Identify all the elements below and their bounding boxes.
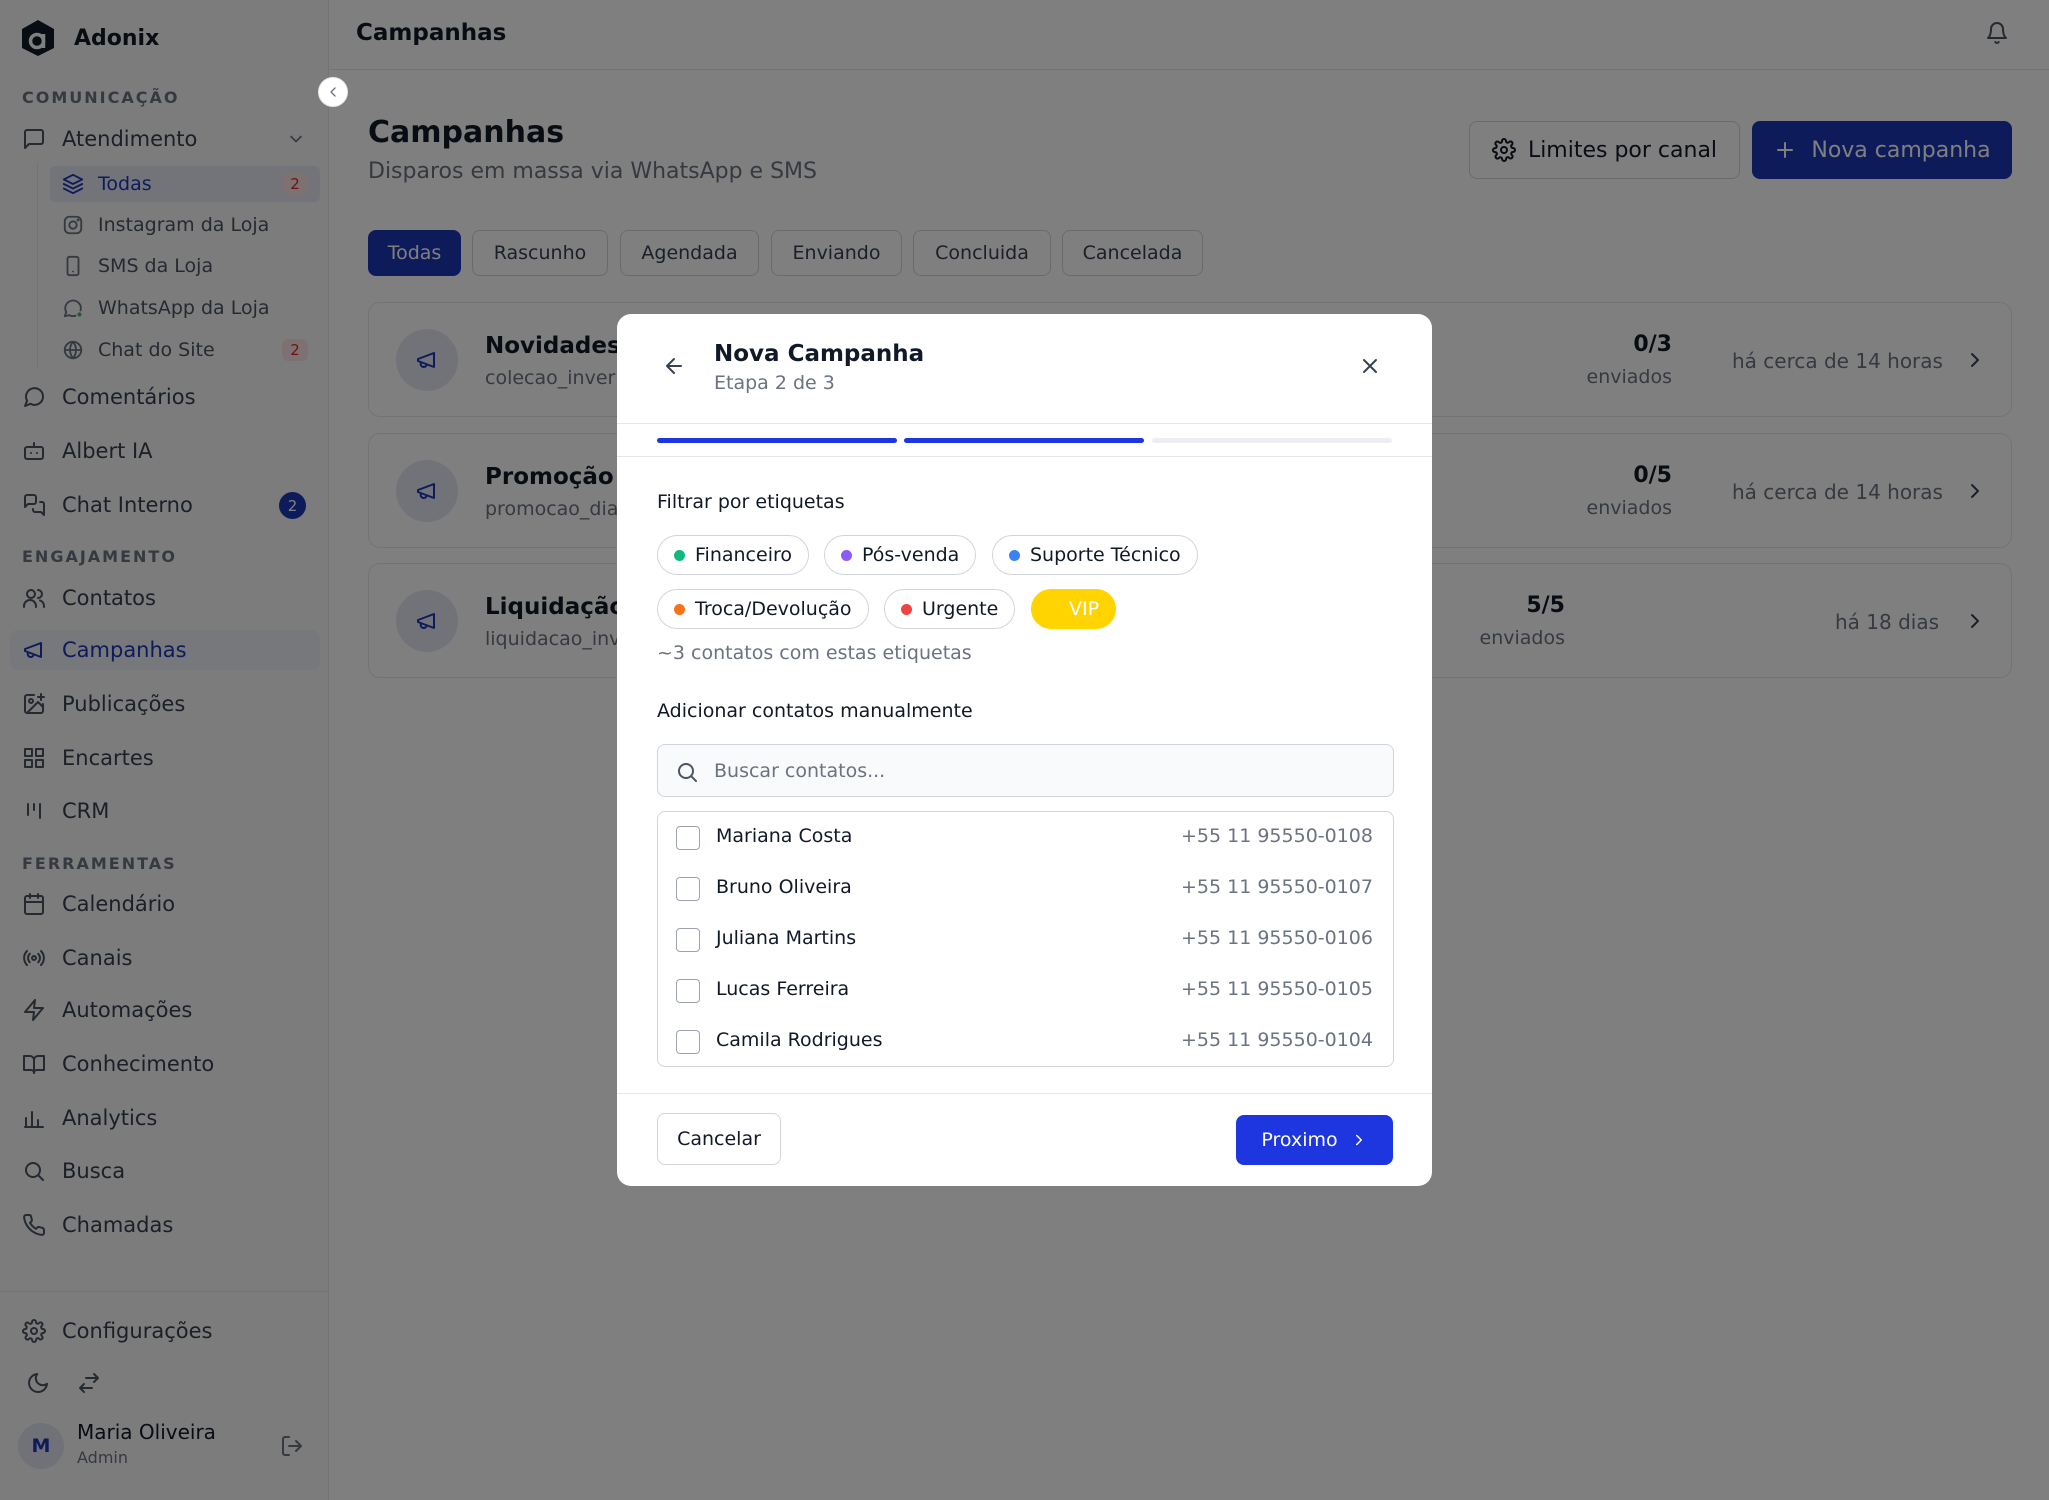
contact-list[interactable]: Mariana Costa +55 11 95550-0108 Bruno Ol… — [657, 811, 1394, 1067]
tag-color-dot — [674, 549, 685, 561]
next-button[interactable]: Proximo — [1236, 1115, 1393, 1165]
contact-row[interactable]: Juliana Martins +55 11 95550-0106 — [658, 914, 1393, 965]
tag-chip-troca-devolucao[interactable]: Troca/Devolução — [657, 589, 869, 629]
modal-footer-divider — [617, 1093, 1432, 1094]
contact-search-input[interactable] — [714, 753, 1374, 789]
contact-phone: +55 11 95550-0104 — [1180, 1029, 1373, 1051]
tag-chip-suporte-tecnico[interactable]: Suporte Técnico — [992, 535, 1198, 575]
chevron-left-icon — [330, 87, 336, 97]
chevron-right-icon — [1355, 1134, 1362, 1146]
close-icon[interactable] — [1358, 354, 1382, 378]
modal-steps-divider — [617, 456, 1432, 457]
new-campaign-modal: Nova Campanha Etapa 2 de 3 Filtrar por e… — [617, 314, 1432, 1186]
tag-chip-urgente[interactable]: Urgente — [884, 589, 1016, 629]
contact-row[interactable]: Bruno Oliveira +55 11 95550-0107 — [658, 863, 1393, 914]
tag-label: Troca/Devolução — [695, 598, 852, 620]
contact-name: Bruno Oliveira — [716, 876, 852, 898]
contact-row[interactable]: Lucas Ferreira +55 11 95550-0105 — [658, 965, 1393, 1016]
contact-search — [657, 744, 1394, 797]
contact-phone: +55 11 95550-0105 — [1180, 978, 1373, 1000]
tags-filter-label: Filtrar por etiquetas — [657, 491, 845, 513]
tag-label: Suporte Técnico — [1030, 544, 1181, 566]
step-indicator-3 — [1152, 438, 1392, 443]
tag-color-dot — [841, 549, 852, 561]
contact-checkbox[interactable] — [676, 877, 700, 901]
tag-color-dot — [674, 603, 685, 615]
contact-row[interactable]: Camila Rodrigues +55 11 95550-0104 — [658, 1016, 1393, 1066]
manual-contacts-label: Adicionar contatos manualmente — [657, 700, 973, 722]
contact-checkbox[interactable] — [676, 826, 700, 850]
tags-match-hint: ~3 contatos com estas etiquetas — [657, 642, 972, 664]
cancel-button[interactable]: Cancelar — [657, 1113, 781, 1165]
tag-chip-financeiro[interactable]: Financeiro — [657, 535, 809, 575]
tag-chip-vip[interactable]: VIP — [1031, 589, 1117, 629]
step-indicator-2 — [904, 438, 1144, 443]
tag-label: Pós-venda — [862, 544, 960, 566]
contact-checkbox[interactable] — [676, 928, 700, 952]
tag-label: Urgente — [922, 598, 999, 620]
search-icon — [678, 763, 697, 782]
arrow-left-icon[interactable] — [662, 354, 686, 378]
contact-row[interactable]: Mariana Costa +55 11 95550-0108 — [658, 812, 1393, 863]
step-indicator-1 — [657, 438, 897, 443]
tag-label: Financeiro — [695, 544, 792, 566]
contact-name: Mariana Costa — [716, 825, 853, 847]
tag-color-dot — [1009, 549, 1020, 561]
next-button-label: Proximo — [1261, 1129, 1338, 1151]
modal-header-divider — [617, 423, 1432, 424]
tag-label: VIP — [1069, 598, 1100, 620]
contact-name: Camila Rodrigues — [716, 1029, 883, 1051]
modal-title: Nova Campanha — [714, 341, 925, 367]
tag-color-dot — [1048, 603, 1059, 615]
collapse-sidebar-button[interactable] — [318, 77, 348, 107]
contact-checkbox[interactable] — [676, 979, 700, 1003]
contact-name: Juliana Martins — [716, 927, 857, 949]
contact-phone: +55 11 95550-0108 — [1180, 825, 1373, 847]
contact-phone: +55 11 95550-0107 — [1180, 876, 1373, 898]
tag-color-dot — [901, 603, 912, 615]
contact-name: Lucas Ferreira — [716, 978, 850, 1000]
contact-checkbox[interactable] — [676, 1030, 700, 1054]
contact-phone: +55 11 95550-0106 — [1180, 927, 1373, 949]
tag-chip-pos-venda[interactable]: Pós-venda — [824, 535, 977, 575]
modal-step-label: Etapa 2 de 3 — [714, 372, 835, 394]
